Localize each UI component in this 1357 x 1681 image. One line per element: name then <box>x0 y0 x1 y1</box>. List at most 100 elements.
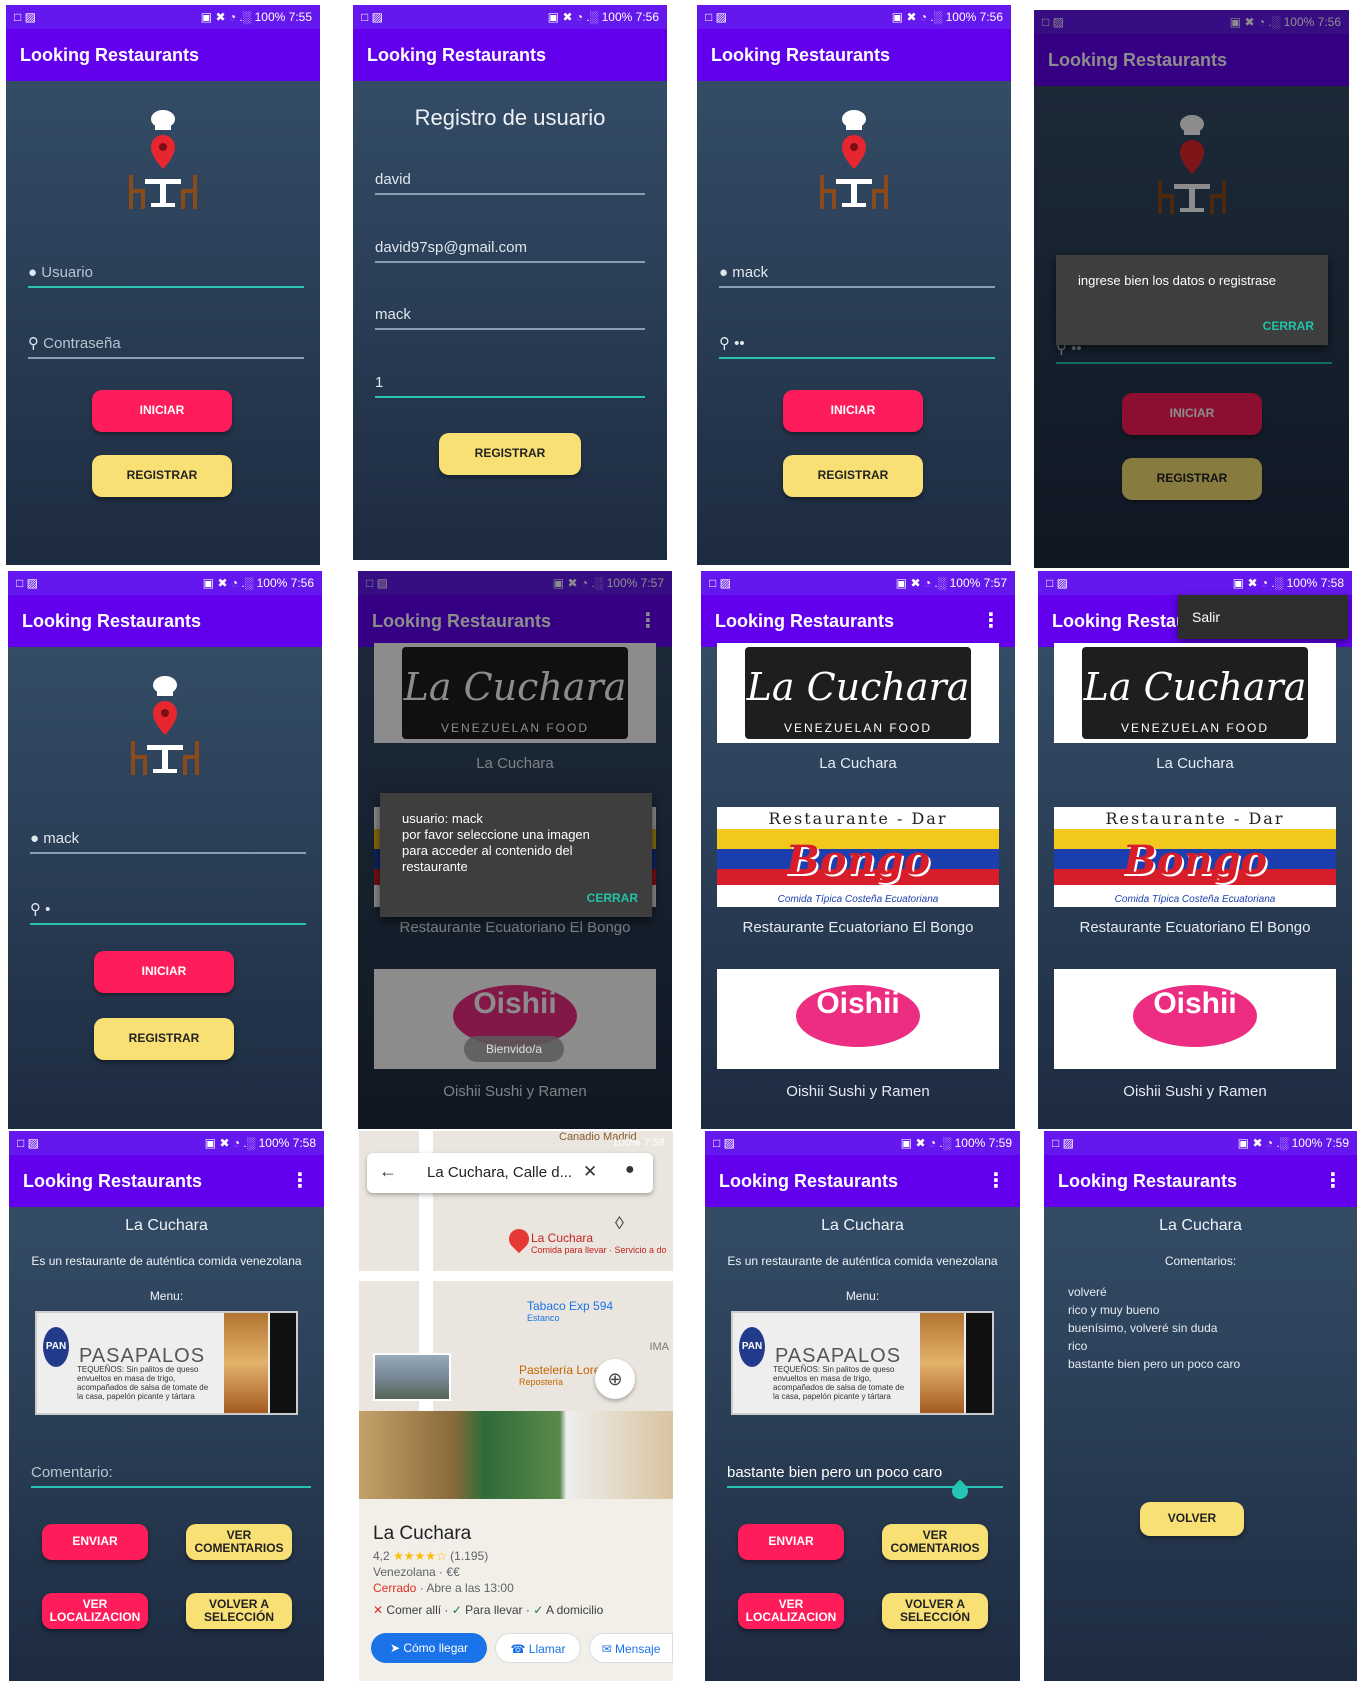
restaurant-card-bongo[interactable]: Restaurante - DarBongoComida Típica Cost… <box>1054 807 1336 907</box>
restaurant-card-oishii[interactable]: Oishii <box>1054 969 1336 1069</box>
dialog-close-button[interactable]: CERRAR <box>1263 319 1314 333</box>
key-icon: ⚲ <box>30 901 46 918</box>
cross-icon: ✕ <box>373 1603 384 1617</box>
comments-list: volveré rico y muy bueno buenísimo, volv… <box>1068 1283 1240 1373</box>
poi-tabaco[interactable]: Tabaco Exp 594 <box>527 1299 613 1313</box>
service-options: ✕ Comer allí · ✓ Para llevar · ✓ A domic… <box>373 1603 604 1617</box>
register-button[interactable]: REGISTRAR <box>94 1018 234 1060</box>
app-bar: Looking Restaurants <box>6 29 320 81</box>
status-battery: 100% 7:58 <box>612 1137 665 1149</box>
send-button[interactable]: ENVIAR <box>738 1524 844 1560</box>
view-comments-button[interactable]: VER COMENTARIOS <box>882 1524 988 1560</box>
app-bar: Looking Restaurants <box>8 595 322 647</box>
overflow-menu-icon[interactable]: ⋮ <box>290 1155 310 1207</box>
mic-icon[interactable]: ● <box>625 1161 635 1179</box>
password-field[interactable]: ⚲ • <box>30 895 306 925</box>
screen-detail: □ ▨ ▣ ✖ ◔ .░ 100% 7:58 Looking Restaurant… <box>9 1131 324 1681</box>
screen-detail-comment: □ ▨ ▣ ✖ ◔ .░ 100% 7:59 Looking Restaurant… <box>705 1131 1020 1681</box>
overflow-menu-icon[interactable]: ⋮ <box>981 595 1001 647</box>
screen-list-welcome: □ ▨ ▣ ✖ ◔ .░ 100% 7:57 Looking Restaurant… <box>358 571 672 1129</box>
restaurant-card-cuchara[interactable]: La Cuchara VENEZUELAN FOOD <box>1054 643 1336 743</box>
poi-pasteleria-sub: Repostería <box>519 1377 564 1387</box>
restaurant-title: La Cuchara <box>821 1217 904 1234</box>
comment-item: rico y muy bueno <box>1068 1303 1160 1317</box>
username-field[interactable]: ● mack <box>719 258 995 288</box>
restaurant-card-cuchara[interactable]: La Cuchara VENEZUELAN FOOD <box>717 643 999 743</box>
menu-image: PAN PASAPALOS TEQUEÑOS: Sin palitos de que… <box>731 1311 994 1415</box>
message-button[interactable]: ✉ Mensaje <box>589 1633 673 1663</box>
view-location-button[interactable]: VER LOCALIZACION <box>738 1593 844 1629</box>
login-button[interactable]: INICIAR <box>92 390 232 432</box>
password-field[interactable]: ⚲ Contraseña <box>28 329 304 359</box>
pin-icon <box>504 1224 534 1254</box>
view-location-button[interactable]: VER LOCALIZACION <box>42 1593 148 1629</box>
username-field[interactable]: ● mack <box>30 824 306 854</box>
view-comments-button[interactable]: VER COMENTARIOS <box>186 1524 292 1560</box>
app-bar: Looking Restaurants ⋮ <box>705 1155 1020 1207</box>
back-button[interactable]: VOLVER <box>1140 1502 1244 1536</box>
register-button[interactable]: REGISTRAR <box>92 455 232 497</box>
error-dialog: ingrese bien los datos o registrase CERR… <box>1056 255 1328 345</box>
place-rating: 4,2 ★★★★☆ (1.195) <box>373 1549 489 1563</box>
screen-login-error: □ ▨ ▣ ✖ ◔ .░ 100% 7:56 Looking Restaurant… <box>1034 10 1349 568</box>
status-bar: □ ▨ ▣ ✖ ◔ .░ 100% 7:55 <box>6 5 320 29</box>
restaurant-card-oishii[interactable]: Oishii <box>717 969 999 1069</box>
overflow-menu-icon[interactable]: ⋮ <box>1323 1155 1343 1207</box>
password-field[interactable]: 1 <box>375 368 645 398</box>
app-bar: Looking Restaurants <box>353 29 667 81</box>
call-button[interactable]: ☎ Llamar <box>495 1633 581 1663</box>
register-heading: Registro de usuario <box>414 105 606 130</box>
app-title: Looking Restaurants <box>367 45 547 65</box>
send-button[interactable]: ENVIAR <box>42 1524 148 1560</box>
layers-icon[interactable]: ◊ <box>615 1213 624 1234</box>
screen-maps: Canadio Madrid 100% 7:58 La Cuchara Comi… <box>359 1131 673 1681</box>
app-title: Looking Restaurants <box>711 45 891 65</box>
login-button[interactable]: INICIAR <box>94 951 234 993</box>
status-right: ▣ ✖ ◔ .░ 100% 7:55 <box>200 10 312 24</box>
restaurant-name: La Cuchara <box>1156 755 1234 772</box>
star-icons: ★★★★☆ <box>393 1549 447 1563</box>
overflow-menu-icon[interactable]: ⋮ <box>986 1155 1006 1207</box>
status-bar: □ ▨ ▣ ✖ ◔ .░ 100% 7:59 <box>1044 1131 1357 1155</box>
overflow-menu: Salir <box>1178 595 1348 639</box>
back-to-selection-button[interactable]: VOLVER A SELECCIÓN <box>882 1593 988 1629</box>
search-bar[interactable]: ← La Cuchara, Calle d... ✕ ● <box>367 1153 653 1193</box>
dialog-close-button[interactable]: CERRAR <box>587 891 638 905</box>
phone-icon: ☎ <box>510 1642 526 1656</box>
username-field[interactable]: ● Usuario <box>28 258 304 288</box>
restaurant-card-bongo[interactable]: Restaurante - DarBongoComida Típica Cost… <box>717 807 999 907</box>
email-field[interactable]: david97sp@gmail.com <box>375 233 645 263</box>
photo-strip[interactable] <box>359 1411 673 1499</box>
app-bar: Looking Restaurants <box>697 29 1011 81</box>
register-submit-button[interactable]: REGISTRAR <box>439 433 581 475</box>
name-field[interactable]: david <box>375 165 645 195</box>
comment-input[interactable]: Comentario: <box>31 1458 311 1488</box>
back-arrow-icon[interactable]: ← <box>379 1161 397 1182</box>
place-hours: Cerrado · Abre a las 13:00 <box>373 1581 514 1595</box>
login-button[interactable]: INICIAR <box>783 390 923 432</box>
user-icon: ● <box>28 264 42 281</box>
password-field[interactable]: ⚲ •• <box>719 329 995 359</box>
welcome-dialog-text: usuario: mack por favor seleccione una i… <box>402 811 590 874</box>
app-title: Looking Restaurants <box>20 45 200 65</box>
street-view-thumbnail[interactable] <box>373 1353 451 1401</box>
check-icon: ✓ <box>533 1603 544 1617</box>
my-location-button[interactable]: ⊕ <box>595 1359 635 1399</box>
clear-icon[interactable]: ✕ <box>583 1162 597 1182</box>
app-title: Looking Restaurants <box>719 1171 899 1191</box>
search-text: La Cuchara, Calle d... <box>427 1164 573 1181</box>
check-icon: ✓ <box>451 1603 462 1617</box>
screen-list-menu: □ ▨ ▣ ✖ ◔ .░ 100% 7:58 Looking Restaur Sa… <box>1038 571 1352 1129</box>
username-field[interactable]: mack <box>375 300 645 330</box>
status-bar: □ ▨ ▣ ✖ ◔ .░ 100% 7:58 <box>1038 571 1352 595</box>
register-button[interactable]: REGISTRAR <box>783 455 923 497</box>
menu-item-salir[interactable]: Salir <box>1192 595 1220 639</box>
status-bar: □ ▨ ▣ ✖ ◔ .░ 100% 7:59 <box>705 1131 1020 1155</box>
directions-button[interactable]: ➤ Cómo llegar <box>371 1633 487 1663</box>
back-to-selection-button[interactable]: VOLVER A SELECCIÓN <box>186 1593 292 1629</box>
restaurant-name: Oishii Sushi y Ramen <box>1123 1083 1267 1100</box>
menu-image: PAN PASAPALOS TEQUEÑOS: Sin palitos de que… <box>35 1311 298 1415</box>
status-bar: □ ▨ ▣ ✖ ◔ .░ 100% 7:56 <box>697 5 1011 29</box>
screen-login-filled: □ ▨ ▣ ✖ ◔ .░ 100% 7:56 Looking Restaurant… <box>697 5 1011 565</box>
map-edge-label: IMA <box>649 1341 669 1353</box>
